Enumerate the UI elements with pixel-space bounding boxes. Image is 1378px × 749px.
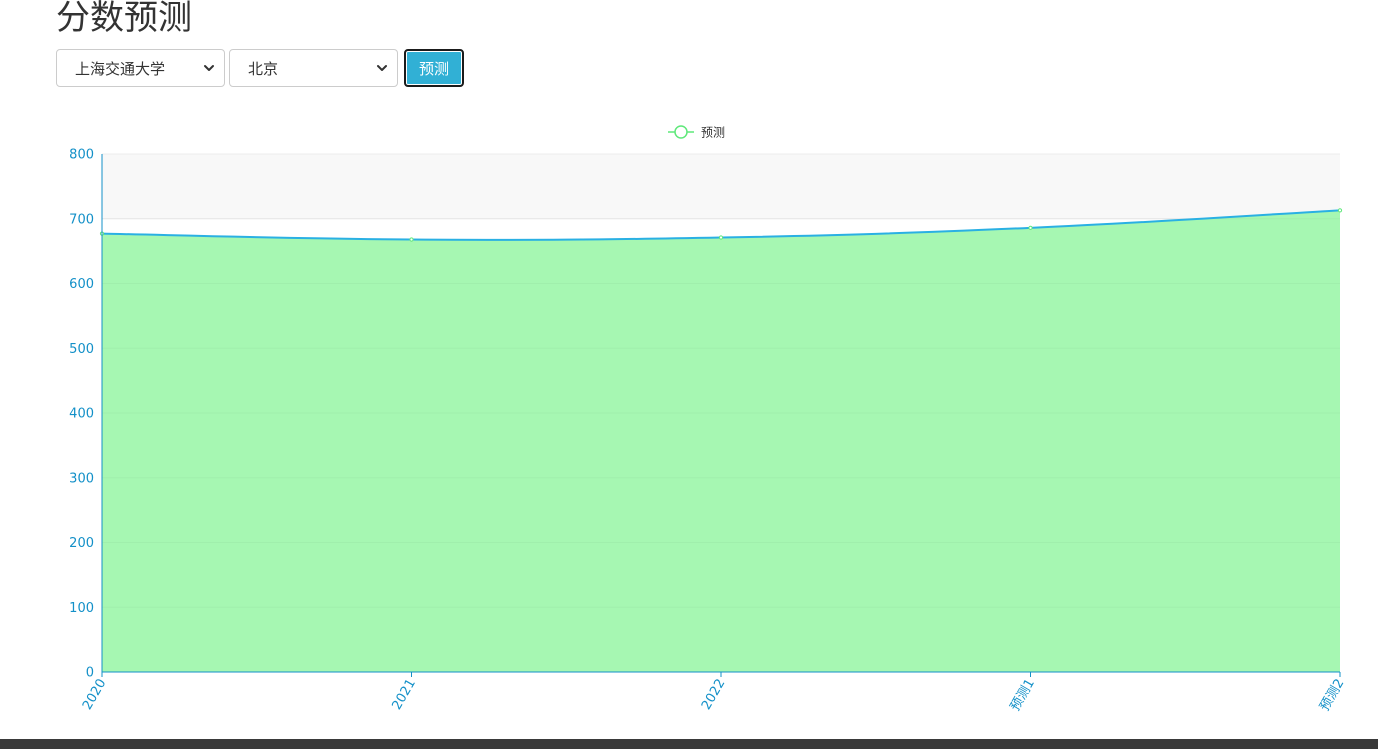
x-tick-label: 预测2 <box>1317 677 1347 714</box>
x-tick-label: 2021 <box>389 677 419 713</box>
x-tick-label: 2022 <box>699 677 729 713</box>
series-area <box>102 210 1340 672</box>
y-tick-label: 200 <box>69 536 94 551</box>
y-tick-label: 100 <box>69 601 94 616</box>
legend-label: 预测 <box>701 126 725 140</box>
score-chart: 0 100 200 300 400 500 600 700 800 2020 2021 2022 预测1… <box>69 125 1347 714</box>
y-tick-label: 800 <box>69 148 94 163</box>
y-tick-label: 0 <box>86 666 94 681</box>
y-tick-label: 700 <box>69 212 94 227</box>
footer-bar <box>0 739 1378 749</box>
x-tick-label: 2020 <box>80 677 110 713</box>
split-area-band <box>102 154 1340 219</box>
y-tick-label: 500 <box>69 342 94 357</box>
y-tick-label: 400 <box>69 407 94 422</box>
x-tick-label: 预测1 <box>1008 677 1038 714</box>
data-point <box>718 235 724 240</box>
data-point <box>1337 208 1343 213</box>
y-tick-label: 600 <box>69 277 94 292</box>
y-tick-label: 300 <box>69 471 94 486</box>
data-point <box>1028 225 1033 230</box>
data-point <box>409 237 414 242</box>
legend-marker-icon <box>674 125 688 139</box>
